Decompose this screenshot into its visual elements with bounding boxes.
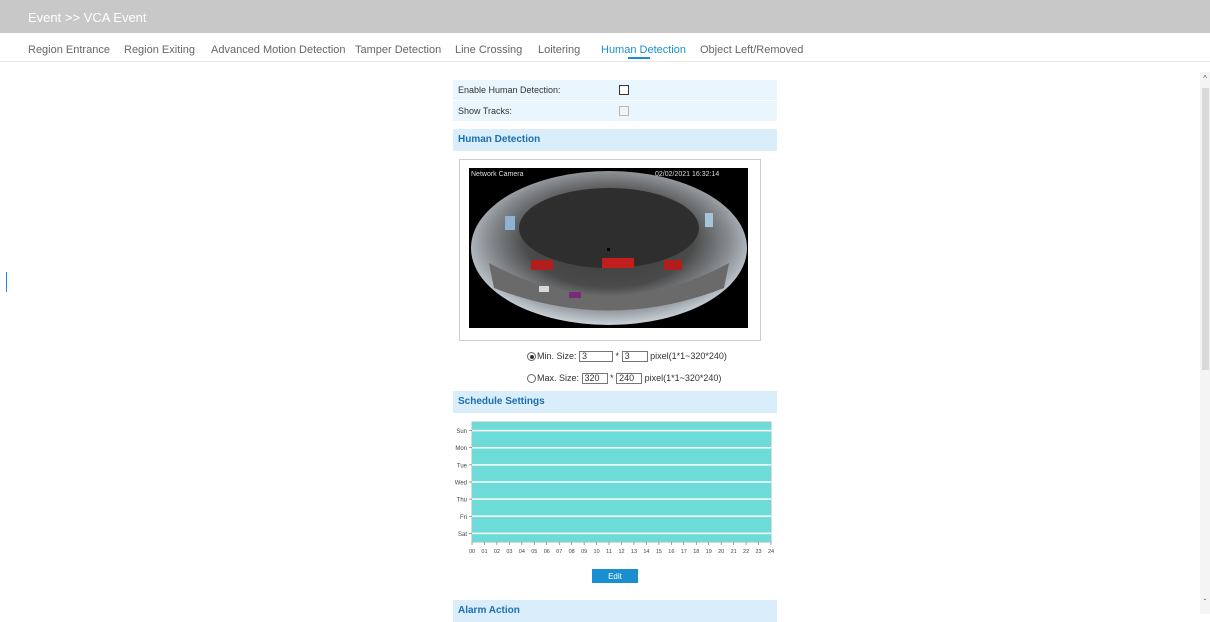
- schedule-hour-label: 15: [656, 549, 662, 555]
- max-size-radio[interactable]: [527, 374, 536, 384]
- schedule-hour-label: 01: [481, 549, 487, 555]
- scrollbar-thumb[interactable]: [1202, 88, 1209, 370]
- schedule-hour-label: 22: [743, 549, 749, 555]
- edit-schedule-button[interactable]: Edit: [592, 569, 638, 583]
- video-preview[interactable]: Network Camera 02/02/2021 16:32:14: [469, 168, 748, 328]
- max-size-width-input[interactable]: 320: [581, 373, 608, 385]
- alarm-action-section-title: Alarm Action: [458, 605, 520, 616]
- schedule-hour-label: 14: [643, 549, 649, 555]
- schedule-hour-label: 18: [693, 549, 699, 555]
- schedule-hour-label: 08: [569, 549, 575, 555]
- fisheye-view: Network Camera 02/02/2021 16:32:14: [471, 171, 747, 325]
- schedule-hour-label: 09: [581, 549, 587, 555]
- schedule-day-label: Thu: [457, 498, 467, 504]
- show-tracks-row: Show Tracks:: [453, 101, 777, 121]
- schedule-hour-label: 11: [606, 549, 612, 555]
- schedule-day-label: Fri: [460, 515, 467, 521]
- tab-object-left-removed[interactable]: Object Left/Removed: [700, 44, 803, 56]
- min-size-row: Min. Size: 3 * 3 pixel(1*1~320*240): [527, 351, 727, 363]
- enable-human-detection-checkbox[interactable]: [619, 85, 629, 95]
- tab-region-exiting[interactable]: Region Exiting: [124, 44, 195, 56]
- scroll-down-arrow-icon[interactable]: ˇ: [1200, 598, 1210, 607]
- min-size-width-input[interactable]: 3: [579, 351, 614, 363]
- schedule-hour-label: 10: [594, 549, 600, 555]
- schedule-hour-label: 05: [531, 549, 537, 555]
- page-title: Event >> VCA Event: [28, 10, 147, 25]
- schedule-settings-section-header: Schedule Settings: [453, 391, 777, 413]
- active-tab-indicator: [628, 57, 650, 59]
- video-overlay-name: Network Camera: [471, 171, 524, 178]
- schedule-hour-label: 24: [768, 549, 774, 555]
- schedule-day-label: Mon: [455, 446, 467, 452]
- schedule-settings-section-title: Schedule Settings: [458, 396, 545, 407]
- left-edge-marker: [6, 272, 7, 292]
- show-tracks-checkbox[interactable]: [619, 106, 629, 116]
- enable-human-detection-label: Enable Human Detection:: [458, 85, 561, 95]
- schedule-day-label: Sat: [458, 532, 467, 538]
- show-tracks-label: Show Tracks:: [458, 106, 513, 116]
- schedule-hour-label: 02: [494, 549, 500, 555]
- title-bar: Event >> VCA Event: [0, 0, 1210, 33]
- schedule-hour-label: 21: [731, 549, 737, 555]
- schedule-hour-label: 04: [519, 549, 525, 555]
- schedule-hour-label: 13: [631, 549, 637, 555]
- tab-tamper-detection[interactable]: Tamper Detection: [355, 44, 441, 56]
- schedule-hour-label: 07: [556, 549, 562, 555]
- tab-loitering[interactable]: Loitering: [538, 44, 580, 56]
- schedule-hour-label: 03: [506, 549, 512, 555]
- schedule-hour-label: 06: [544, 549, 550, 555]
- tab-bar: Region Entrance Region Exiting Advanced …: [0, 33, 1210, 62]
- scroll-up-arrow-icon[interactable]: ^: [1200, 74, 1210, 83]
- tab-region-entrance[interactable]: Region Entrance: [28, 44, 110, 56]
- human-detection-section-header: Human Detection: [453, 129, 777, 151]
- schedule-day-label: Tue: [457, 463, 468, 469]
- schedule-hour-label: 23: [755, 549, 761, 555]
- max-size-label: Max. Size:: [537, 373, 580, 383]
- schedule-hour-label: 20: [718, 549, 724, 555]
- tab-advanced-motion-detection[interactable]: Advanced Motion Detection: [211, 44, 346, 56]
- schedule-hour-label: 17: [681, 549, 687, 555]
- schedule-hour-label: 16: [668, 549, 674, 555]
- max-size-hint: pixel(1*1~320*240): [644, 373, 722, 383]
- min-size-label: Min. Size:: [537, 351, 577, 361]
- schedule-day-label: Sun: [456, 429, 467, 435]
- alarm-action-section-header: Alarm Action: [453, 600, 777, 622]
- max-size-height-input[interactable]: 240: [616, 373, 643, 385]
- schedule-hour-label: 12: [618, 549, 624, 555]
- min-size-height-input[interactable]: 3: [621, 351, 648, 363]
- min-size-separator: *: [615, 351, 620, 361]
- video-overlay-time: 02/02/2021 16:32:14: [655, 171, 719, 178]
- min-size-hint: pixel(1*1~320*240): [650, 351, 727, 361]
- tab-line-crossing[interactable]: Line Crossing: [455, 44, 522, 56]
- schedule-grid[interactable]: Sun Mon Tue Wed Thu Fri Sat 00 01 02 03 04 05 06 07 08 0…: [440, 417, 785, 567]
- enable-human-detection-row: Enable Human Detection:: [453, 80, 777, 100]
- max-size-row: Max. Size: 320 * 240 pixel(1*1~320*240): [527, 373, 722, 385]
- max-size-separator: *: [610, 373, 614, 383]
- schedule-hour-label: 19: [706, 549, 712, 555]
- schedule-day-label: Wed: [455, 481, 467, 487]
- tab-human-detection[interactable]: Human Detection: [601, 44, 686, 56]
- schedule-hour-label: 00: [469, 549, 475, 555]
- min-size-radio[interactable]: [527, 352, 536, 362]
- human-detection-section-title: Human Detection: [458, 134, 541, 145]
